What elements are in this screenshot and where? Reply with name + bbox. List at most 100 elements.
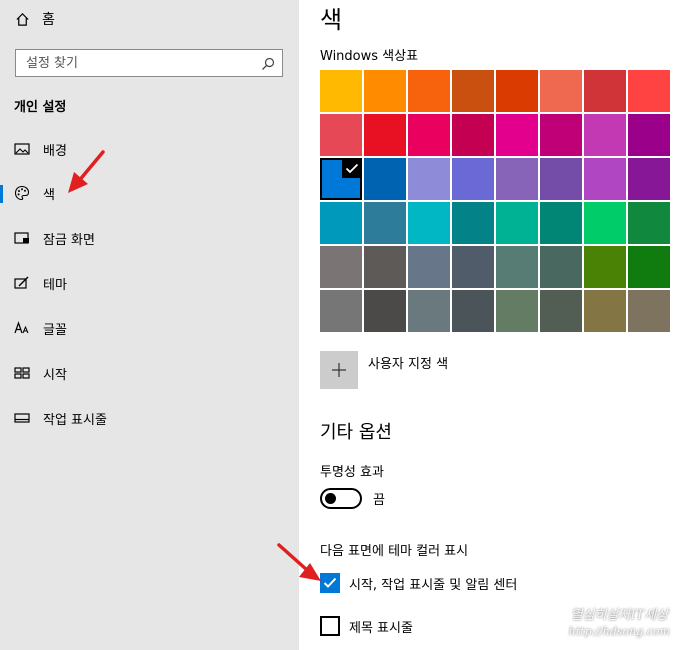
annotation-arrow	[277, 543, 321, 581]
color-swatch[interactable]	[540, 290, 582, 332]
lock-screen-icon	[13, 229, 31, 247]
color-swatch[interactable]	[584, 70, 626, 112]
color-swatch[interactable]	[320, 202, 362, 244]
theme-icon	[13, 274, 31, 292]
title-bar-option[interactable]: 제목 표시줄	[320, 616, 413, 636]
transparency-toggle[interactable]	[320, 488, 362, 509]
color-swatch[interactable]	[452, 158, 494, 200]
search-icon[interactable]	[261, 56, 275, 70]
sidebar-item-theme[interactable]: 테마	[0, 266, 299, 300]
color-swatch[interactable]	[540, 158, 582, 200]
search-input[interactable]	[16, 50, 252, 76]
color-palette	[320, 70, 670, 332]
color-swatch[interactable]	[628, 114, 670, 156]
search-box[interactable]	[15, 49, 283, 77]
color-swatch[interactable]	[364, 290, 406, 332]
color-swatch[interactable]	[364, 246, 406, 288]
color-swatch[interactable]	[452, 202, 494, 244]
plus-icon[interactable]	[320, 351, 358, 389]
taskbar-icon	[13, 409, 31, 427]
color-swatch[interactable]	[452, 246, 494, 288]
custom-color-button[interactable]: 사용자 지정 색	[320, 351, 448, 389]
sidebar-item-label: 시작	[43, 367, 67, 383]
sidebar-item-background[interactable]: 배경	[0, 132, 299, 166]
sidebar-item-color[interactable]: 색	[0, 176, 299, 210]
color-swatch[interactable]	[496, 246, 538, 288]
sidebar-item-lock-screen[interactable]: 잠금 화면	[0, 221, 299, 255]
color-swatch[interactable]	[452, 70, 494, 112]
color-swatch[interactable]	[320, 290, 362, 332]
color-swatch[interactable]	[408, 158, 450, 200]
start-icon	[13, 364, 31, 382]
color-swatch[interactable]	[496, 158, 538, 200]
color-swatch[interactable]	[320, 114, 362, 156]
color-swatch[interactable]	[496, 70, 538, 112]
home-link[interactable]: 홈	[14, 8, 55, 30]
sidebar-item-label: 테마	[43, 277, 67, 293]
sidebar-item-taskbar[interactable]: 작업 표시줄	[0, 401, 299, 435]
color-swatch[interactable]	[540, 202, 582, 244]
watermark-title: 열심히살자IT세상	[570, 608, 669, 623]
transparency-label: 투명성 효과	[320, 465, 384, 480]
title-bar-checkbox[interactable]	[320, 616, 340, 636]
start-taskbar-action-center-option[interactable]: 시작, 작업 표시줄 및 알림 센터	[320, 573, 517, 593]
color-swatch[interactable]	[496, 202, 538, 244]
sidebar-item-label: 잠금 화면	[43, 232, 95, 248]
watermark: 열심히살자IT세상 http://hdsong.com	[569, 604, 670, 638]
annotation-arrow	[68, 150, 105, 193]
page-title: 색	[320, 6, 343, 34]
checkmark-icon	[323, 577, 337, 588]
sidebar-item-label: 색	[43, 187, 55, 203]
section-title: 개인 설정	[14, 100, 67, 115]
home-label: 홈	[42, 12, 55, 28]
color-swatch[interactable]	[496, 290, 538, 332]
custom-color-label: 사용자 지정 색	[368, 357, 449, 372]
font-icon	[13, 319, 31, 337]
color-swatch[interactable]	[364, 114, 406, 156]
color-swatch[interactable]	[320, 158, 362, 200]
sidebar-item-fonts[interactable]: 글꼴	[0, 311, 299, 345]
color-swatch[interactable]	[364, 158, 406, 200]
color-swatch[interactable]	[584, 290, 626, 332]
color-swatch[interactable]	[628, 70, 670, 112]
color-swatch[interactable]	[408, 70, 450, 112]
toggle-knob	[325, 493, 336, 504]
home-icon	[14, 11, 30, 27]
color-settings-panel: 색 Windows 색상표 사용자 지정 색 기타 옵션 투명성 효과 끔 다음…	[277, 0, 680, 650]
color-swatch[interactable]	[408, 290, 450, 332]
color-swatch[interactable]	[584, 114, 626, 156]
color-swatch[interactable]	[364, 70, 406, 112]
other-options-title: 기타 옵션	[320, 422, 392, 443]
color-swatch[interactable]	[628, 246, 670, 288]
color-swatch[interactable]	[496, 114, 538, 156]
sidebar: 홈 개인 설정 배경 색 잠금 화면 테마 글꼴	[0, 0, 299, 650]
color-swatch[interactable]	[628, 202, 670, 244]
color-swatch[interactable]	[320, 70, 362, 112]
color-swatch[interactable]	[364, 202, 406, 244]
checkbox-label: 제목 표시줄	[349, 620, 413, 636]
color-swatch[interactable]	[628, 290, 670, 332]
color-swatch[interactable]	[584, 158, 626, 200]
picture-icon	[13, 140, 31, 158]
color-swatch[interactable]	[408, 246, 450, 288]
color-swatch[interactable]	[584, 202, 626, 244]
color-swatch[interactable]	[540, 246, 582, 288]
sidebar-item-label: 작업 표시줄	[43, 412, 107, 428]
checkmark-icon	[342, 158, 362, 178]
palette-icon	[13, 184, 31, 202]
sidebar-item-start[interactable]: 시작	[0, 356, 299, 390]
sidebar-item-label: 글꼴	[43, 322, 67, 338]
color-swatch[interactable]	[320, 246, 362, 288]
color-swatch[interactable]	[584, 246, 626, 288]
color-swatch[interactable]	[408, 202, 450, 244]
watermark-url: http://hdsong.com	[568, 625, 670, 638]
checkbox-label: 시작, 작업 표시줄 및 알림 센터	[349, 577, 518, 593]
color-swatch[interactable]	[452, 290, 494, 332]
color-swatch[interactable]	[452, 114, 494, 156]
palette-title: Windows 색상표	[320, 49, 419, 64]
surfaces-label: 다음 표면에 테마 컬러 표시	[320, 544, 469, 559]
color-swatch[interactable]	[540, 70, 582, 112]
color-swatch[interactable]	[408, 114, 450, 156]
color-swatch[interactable]	[628, 158, 670, 200]
color-swatch[interactable]	[540, 114, 582, 156]
